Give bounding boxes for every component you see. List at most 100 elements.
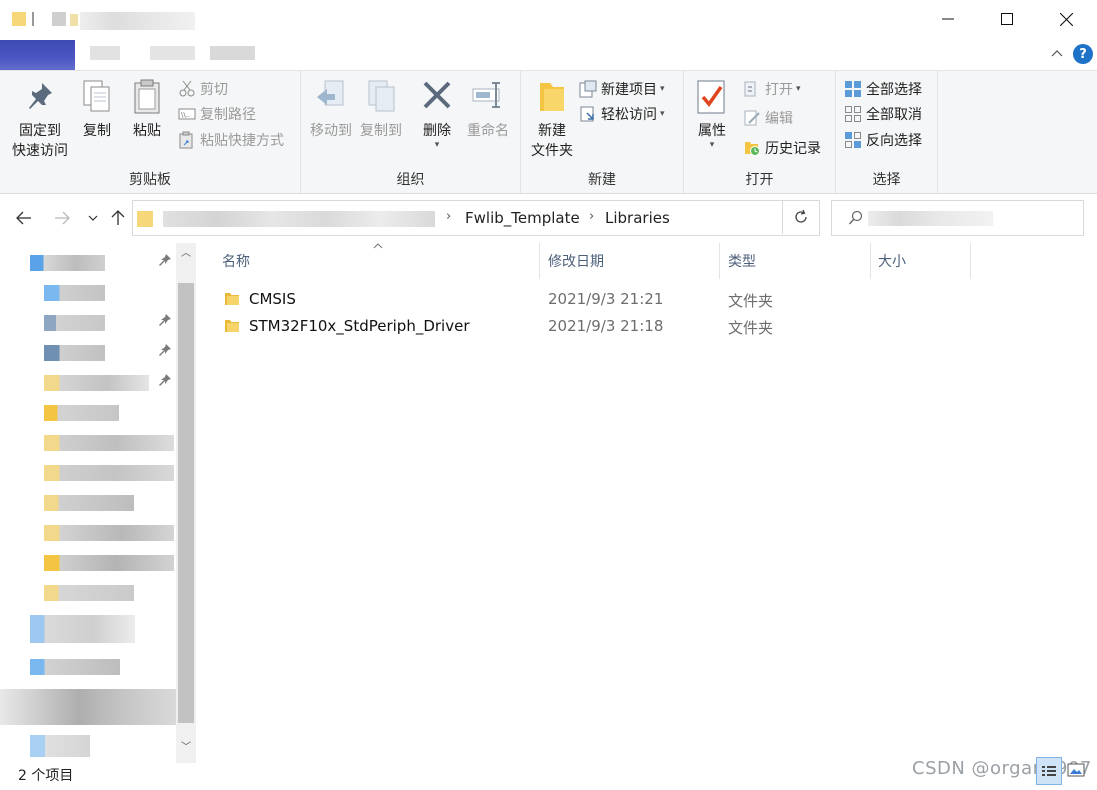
nav-item[interactable] bbox=[44, 465, 174, 481]
nav-scrollbar-thumb[interactable] bbox=[178, 283, 194, 723]
scroll-up-icon[interactable]: ︿ bbox=[179, 247, 193, 261]
invert-selection-button[interactable]: 反向选择 bbox=[844, 128, 922, 152]
paste-button[interactable]: 粘贴 bbox=[126, 77, 168, 141]
maximize-button[interactable] bbox=[978, 0, 1036, 38]
breadcrumb-separator[interactable]: › bbox=[446, 209, 451, 224]
rename-button[interactable]: 重命名 bbox=[463, 77, 513, 141]
move-to-button[interactable]: 移动到 bbox=[305, 77, 357, 141]
folder-icon bbox=[12, 12, 26, 26]
tab-share[interactable] bbox=[150, 46, 195, 60]
pin-quick-access-button[interactable]: 固定到 快速访问 bbox=[6, 77, 74, 161]
select-none-label: 全部取消 bbox=[866, 107, 922, 123]
copy-to-button[interactable]: 复制到 bbox=[355, 77, 407, 141]
select-none-button[interactable]: 全部取消 bbox=[844, 102, 922, 126]
paste-shortcut-button[interactable]: 粘贴快捷方式 bbox=[178, 128, 284, 152]
details-view-button[interactable] bbox=[1036, 757, 1062, 785]
pin-icon[interactable] bbox=[158, 373, 172, 387]
select-all-button[interactable]: 全部选择 bbox=[844, 77, 922, 101]
new-item-button[interactable]: 新建项目 ▾ bbox=[579, 77, 665, 101]
select-all-label: 全部选择 bbox=[866, 82, 922, 98]
tab-file[interactable] bbox=[0, 40, 75, 74]
properties-dropdown-icon[interactable]: ▾ bbox=[690, 135, 734, 155]
nav-item[interactable] bbox=[44, 315, 105, 331]
nav-scrollbar[interactable]: ︿ ﹀ bbox=[176, 243, 196, 763]
copy-path-button[interactable]: \\.. 复制路径 bbox=[178, 102, 256, 126]
column-divider[interactable] bbox=[719, 243, 720, 279]
clipboard-group-label: 剪贴板 bbox=[129, 172, 171, 188]
easy-access-icon bbox=[580, 106, 594, 122]
properties-button[interactable]: 属性 ▾ bbox=[690, 77, 734, 155]
back-arrow-icon bbox=[16, 211, 31, 225]
column-header-date[interactable]: 修改日期 bbox=[548, 251, 604, 271]
search-icon bbox=[848, 210, 863, 225]
select-none-icon bbox=[845, 106, 861, 122]
forward-arrow-icon bbox=[55, 211, 70, 225]
pin-icon[interactable] bbox=[158, 313, 172, 327]
edit-button[interactable]: 编辑 bbox=[743, 106, 793, 130]
address-row: › Fwlib_Template › Libraries bbox=[0, 196, 1097, 242]
scroll-down-icon[interactable]: ﹀ bbox=[179, 741, 193, 755]
file-row-stm32-driver[interactable]: STM32F10x_StdPeriph_Driver 2021/9/3 21:1… bbox=[220, 313, 980, 340]
nav-item[interactable] bbox=[44, 345, 105, 361]
nav-item[interactable] bbox=[44, 375, 149, 391]
delete-button[interactable]: 删除 ▾ bbox=[417, 77, 457, 155]
nav-item[interactable] bbox=[44, 555, 174, 571]
cut-button[interactable]: 剪切 bbox=[178, 77, 228, 101]
nav-item[interactable] bbox=[44, 495, 134, 511]
minimize-button[interactable] bbox=[919, 0, 977, 38]
column-divider[interactable] bbox=[870, 243, 871, 279]
breadcrumb-fwlib-template[interactable]: Fwlib_Template bbox=[465, 209, 580, 227]
back-button[interactable] bbox=[12, 206, 36, 230]
copy-button[interactable]: 复制 bbox=[78, 77, 116, 141]
nav-item[interactable] bbox=[44, 285, 105, 301]
nav-item[interactable] bbox=[44, 435, 174, 451]
nav-item[interactable] bbox=[44, 405, 119, 421]
history-icon bbox=[745, 142, 760, 156]
tab-home[interactable] bbox=[90, 46, 120, 60]
nav-item[interactable] bbox=[30, 735, 90, 757]
copy-icon bbox=[83, 80, 110, 112]
search-placeholder bbox=[868, 211, 993, 226]
column-divider[interactable] bbox=[539, 243, 540, 279]
open-group: 属性 ▾ 打开 ▾ 编辑 历史记录 打开 bbox=[684, 71, 836, 193]
file-date: 2021/9/3 21:18 bbox=[548, 317, 664, 335]
nav-item[interactable] bbox=[30, 615, 135, 643]
quick-access-toolbar[interactable] bbox=[8, 10, 78, 28]
file-row-cmsis[interactable]: CMSIS 2021/9/3 21:21 文件夹 bbox=[220, 286, 980, 313]
nav-item[interactable] bbox=[44, 525, 174, 541]
refresh-button[interactable] bbox=[782, 200, 818, 234]
help-icon[interactable]: ? bbox=[1073, 44, 1093, 64]
up-button[interactable] bbox=[106, 206, 130, 230]
forward-button[interactable] bbox=[50, 206, 74, 230]
nav-item[interactable] bbox=[30, 659, 120, 675]
pin-icon[interactable] bbox=[158, 343, 172, 357]
tab-view[interactable] bbox=[210, 46, 255, 60]
column-header-name[interactable]: 名称 bbox=[222, 251, 250, 271]
edit-label: 编辑 bbox=[765, 111, 793, 127]
breadcrumb-separator[interactable]: › bbox=[589, 209, 594, 224]
address-bar[interactable]: › Fwlib_Template › Libraries bbox=[132, 200, 899, 236]
recent-locations-button[interactable] bbox=[81, 206, 105, 230]
nav-item[interactable] bbox=[30, 255, 105, 271]
history-button[interactable]: 历史记录 bbox=[743, 136, 821, 160]
nav-item[interactable] bbox=[44, 585, 134, 601]
collapse-ribbon-icon[interactable] bbox=[1048, 44, 1066, 62]
nav-item-selected[interactable] bbox=[0, 689, 176, 725]
properties-checkmark-icon bbox=[697, 80, 725, 114]
column-header-type[interactable]: 类型 bbox=[728, 251, 756, 271]
new-folder-button[interactable]: 新建 文件夹 bbox=[525, 77, 579, 161]
close-button[interactable] bbox=[1037, 0, 1095, 38]
large-icons-view-icon bbox=[1067, 763, 1085, 777]
column-divider[interactable] bbox=[970, 243, 971, 279]
breadcrumb-libraries[interactable]: Libraries bbox=[605, 209, 670, 227]
large-icons-view-button[interactable] bbox=[1064, 757, 1090, 785]
column-header-size[interactable]: 大小 bbox=[878, 251, 906, 271]
folder-icon bbox=[137, 211, 153, 227]
search-input[interactable] bbox=[831, 200, 1084, 236]
pin-icon[interactable] bbox=[158, 253, 172, 267]
easy-access-button[interactable]: 轻松访问 ▾ bbox=[579, 102, 665, 126]
cut-label: 剪切 bbox=[200, 82, 228, 98]
open-button[interactable]: 打开 ▾ bbox=[743, 77, 801, 101]
ribbon: 固定到 快速访问 复制 粘贴 剪切 \\.. 复制路径 粘贴快捷方式 剪贴板 移… bbox=[0, 70, 1097, 194]
history-label: 历史记录 bbox=[765, 141, 821, 157]
